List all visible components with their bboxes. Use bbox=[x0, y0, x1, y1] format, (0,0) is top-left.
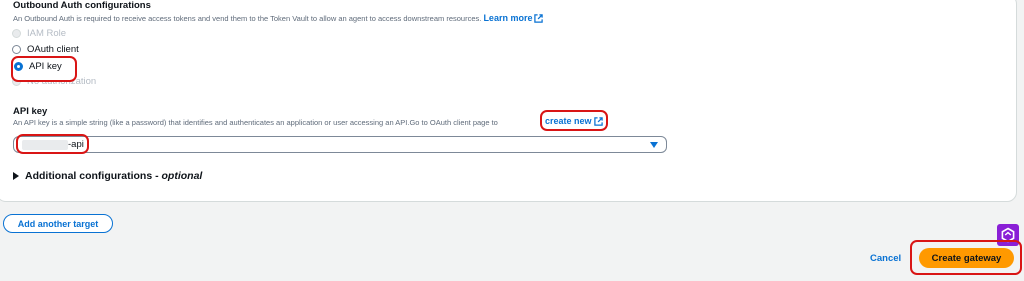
highlight-api-key-value bbox=[16, 134, 89, 154]
radio-label: OAuth client bbox=[27, 44, 79, 55]
radio-api-key-highlighted[interactable]: API key bbox=[14, 60, 62, 73]
highlight-create-new bbox=[540, 110, 608, 131]
optional-label: optional bbox=[161, 170, 203, 182]
cancel-button[interactable]: Cancel bbox=[870, 253, 901, 264]
radio-iam-role[interactable]: IAM Role bbox=[12, 27, 66, 40]
outbound-auth-description: An Outbound Auth is required to receive … bbox=[13, 13, 544, 23]
radio-button[interactable] bbox=[12, 45, 21, 54]
caret-right-icon bbox=[13, 172, 19, 180]
additional-configurations-toggle[interactable]: Additional configurations - optional bbox=[13, 170, 202, 182]
outbound-auth-title: Outbound Auth configurations bbox=[13, 0, 151, 11]
highlight-create-gateway bbox=[910, 240, 1022, 275]
add-another-target-button[interactable]: Add another target bbox=[3, 214, 113, 233]
learn-more-link[interactable]: Learn more bbox=[483, 13, 544, 23]
external-link-icon bbox=[534, 14, 544, 23]
radio-label: IAM Role bbox=[27, 28, 67, 39]
radio-button[interactable] bbox=[14, 62, 23, 71]
api-key-select[interactable]: -api bbox=[13, 136, 667, 153]
api-key-title: API key bbox=[13, 106, 48, 117]
api-key-description: An API key is a simple string (like a pa… bbox=[13, 118, 498, 127]
radio-button[interactable] bbox=[12, 29, 21, 38]
caret-down-icon bbox=[650, 142, 658, 148]
additional-configurations-label: Additional configurations - bbox=[25, 170, 159, 182]
radio-label: API key bbox=[29, 61, 62, 72]
radio-oauth-client[interactable]: OAuth client bbox=[12, 43, 79, 56]
